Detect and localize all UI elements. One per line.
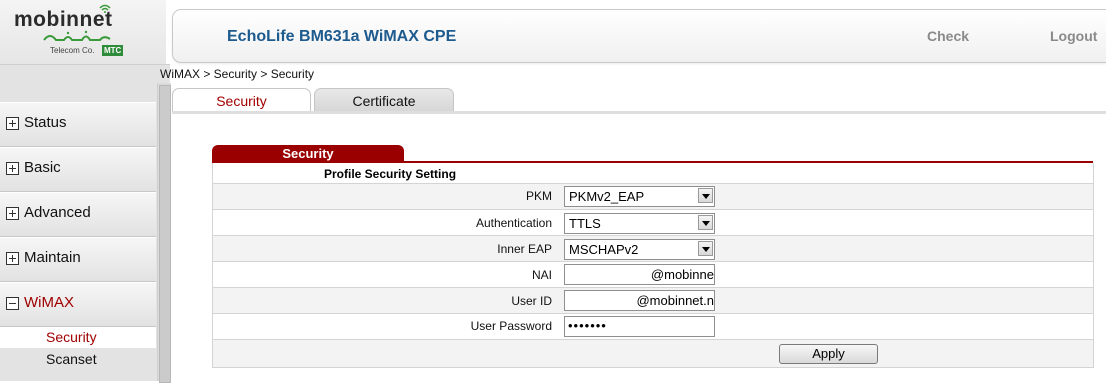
tab-certificate[interactable]: Certificate — [314, 88, 454, 112]
form-row-actions — [212, 340, 1094, 368]
expand-icon — [6, 162, 19, 175]
section-title: Security — [212, 145, 404, 162]
header-bar: EchoLife BM631a WiMAX CPE Check Logout — [172, 9, 1106, 63]
sidebar-subitem-security[interactable]: Security — [0, 327, 156, 348]
logout-link[interactable]: Logout — [1050, 28, 1097, 44]
sidebar-item-advanced[interactable]: Advanced — [0, 192, 156, 237]
check-link[interactable]: Check — [927, 28, 969, 44]
wifi-icon — [99, 4, 111, 13]
sidebar-item-label: Basic — [24, 159, 61, 176]
sidebar-item-wimax[interactable]: WiMAX — [0, 282, 156, 327]
user-id-label: User ID — [511, 294, 552, 308]
expand-icon — [6, 117, 19, 130]
pkm-label: PKM — [525, 189, 552, 203]
user-password-field[interactable]: ••••••• — [564, 316, 715, 337]
sidebar-scrollbar[interactable] — [157, 83, 171, 383]
pkm-select[interactable]: PKMv2_EAP — [564, 186, 715, 207]
expand-icon — [6, 207, 19, 220]
sidebar-item-label: Status — [24, 114, 67, 131]
inner-eap-label: Inner EAP — [497, 242, 552, 256]
scrollbar-thumb[interactable] — [159, 85, 171, 383]
logo-tagline: Telecom Co. — [50, 46, 95, 55]
user-id-value: @mobinnet.n — [636, 293, 714, 308]
sidebar-subitem-label: Scanset — [46, 351, 97, 367]
sidebar-item-label: Maintain — [24, 249, 81, 266]
inner-eap-select[interactable]: MSCHAPv2 — [564, 239, 715, 260]
authentication-label: Authentication — [475, 216, 552, 230]
user-id-field[interactable]: @mobinnet.n — [564, 290, 715, 311]
sidebar-item-basic[interactable]: Basic — [0, 147, 156, 192]
sidebar-subitem-scanset[interactable]: Scanset — [0, 349, 156, 370]
nai-value: @mobinne — [650, 267, 714, 282]
page-title: EchoLife BM631a WiMAX CPE — [227, 28, 457, 45]
sidebar-item-maintain[interactable]: Maintain — [0, 237, 156, 282]
arabic-logotype-icon — [43, 30, 111, 41]
expand-icon — [6, 252, 19, 265]
sidebar-item-status[interactable]: Status — [0, 102, 156, 147]
tab-divider — [172, 111, 1106, 114]
user-password-value: ••••••• — [568, 318, 607, 333]
sidebar-item-label: Advanced — [24, 204, 91, 221]
logo-badge: MTC — [102, 45, 124, 56]
tab-security[interactable]: Security — [172, 88, 311, 112]
inner-eap-value: MSCHAPv2 — [569, 242, 639, 257]
chevron-down-icon[interactable] — [698, 241, 713, 256]
chevron-down-icon[interactable] — [698, 215, 713, 230]
chevron-down-icon[interactable] — [698, 188, 713, 203]
authentication-select[interactable]: TTLS — [564, 213, 715, 234]
logo-brand: mobinnet — [14, 8, 113, 31]
nai-label: NAI — [531, 268, 552, 282]
form-subheading: Profile Security Setting — [324, 167, 457, 181]
sidebar-item-label: WiMAX — [24, 294, 74, 311]
sidebar: Status Basic Advanced Maintain WiMAX Sec… — [0, 64, 171, 383]
authentication-value: TTLS — [569, 216, 601, 231]
user-password-label: User Password — [470, 319, 552, 333]
sidebar-subitem-label: Security — [46, 329, 97, 345]
nai-field[interactable]: @mobinne — [564, 264, 715, 285]
pkm-value: PKMv2_EAP — [569, 189, 645, 204]
collapse-icon — [6, 297, 19, 310]
logo: mobinnet Telecom Co. MTC — [0, 0, 166, 64]
apply-button[interactable]: Apply — [779, 344, 878, 364]
breadcrumb: WiMAX > Security > Security — [160, 67, 315, 81]
